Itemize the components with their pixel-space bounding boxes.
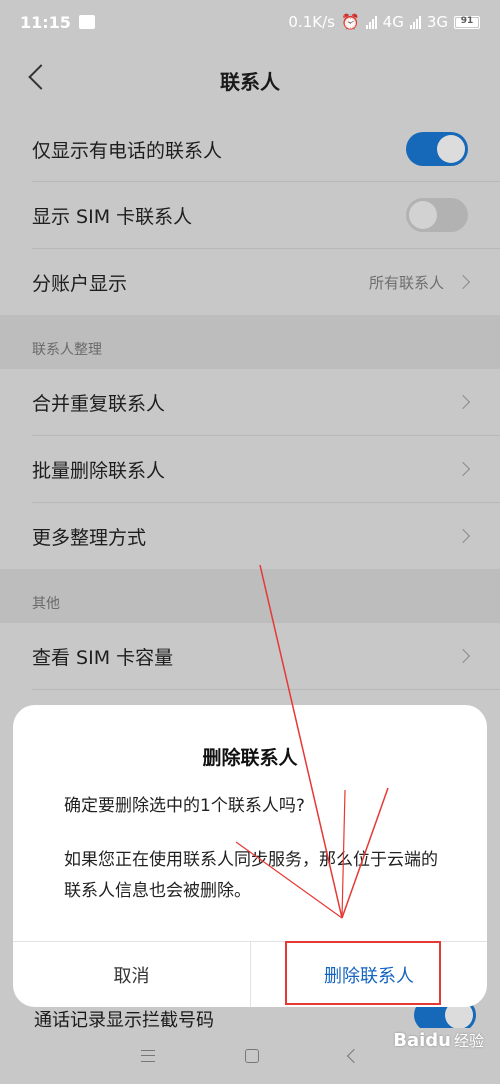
setting-label: 查看 SIM 卡容量 <box>32 646 174 669</box>
setting-label: 批量删除联系人 <box>32 459 166 482</box>
setting-label: 分账户显示 <box>32 272 128 295</box>
chevron-right-icon <box>455 274 471 290</box>
sim1-network-type: 4G <box>382 13 404 31</box>
setting-label: 通话记录显示拦截号码 <box>34 1010 214 1028</box>
dialog-message-confirm: 确定要删除选中的1个联系人吗? <box>64 796 305 816</box>
account-display-value: 所有联系人 <box>368 273 444 292</box>
watermark-sub: 经验 <box>453 1032 484 1050</box>
setting-label: 合并重复联系人 <box>32 392 166 415</box>
back-icon[interactable] <box>346 1048 362 1064</box>
status-indicators: 0.1K/s ⏰ 4G 3G 91 <box>288 13 480 31</box>
setting-label: 更多整理方式 <box>32 526 147 549</box>
section-header-other: 其他 <box>32 596 60 612</box>
setting-label: 仅显示有电话的联系人 <box>32 139 223 162</box>
setting-merge-duplicates[interactable]: 合并重复联系人 <box>0 369 500 435</box>
menu-icon[interactable] <box>141 1050 155 1062</box>
dialog-title: 删除联系人 <box>202 747 298 769</box>
status-time: 11:15 <box>20 12 71 32</box>
setting-account-display[interactable]: 分账户显示 所有联系人 <box>0 249 500 315</box>
back-arrow-icon[interactable] <box>28 64 54 90</box>
baidu-watermark: Baidu 经验 <box>393 1030 484 1051</box>
sim2-network-type: 3G <box>426 13 448 31</box>
chevron-right-icon <box>455 648 471 664</box>
section-band <box>0 569 500 623</box>
setting-sim-contacts[interactable]: 显示 SIM 卡联系人 <box>0 182 500 248</box>
message-notification-icon <box>78 15 95 29</box>
signal-icon <box>365 15 377 29</box>
dialog-message-sync: 如果您正在使用联系人同步服务，那么位于云端的联系人信息也会被删除。 <box>64 850 438 901</box>
setting-phone-only[interactable]: 仅显示有电话的联系人 <box>0 116 500 182</box>
setting-batch-delete[interactable]: 批量删除联系人 <box>0 436 500 502</box>
battery-level: 91 <box>460 15 474 26</box>
watermark-brand: Baidu <box>393 1030 451 1051</box>
setting-sim-capacity[interactable]: 查看 SIM 卡容量 <box>0 623 500 689</box>
chevron-right-icon <box>455 394 471 410</box>
chevron-right-icon <box>455 461 471 477</box>
divider <box>32 689 500 690</box>
setting-label: 显示 SIM 卡联系人 <box>32 205 193 228</box>
status-bar: 11:15 0.1K/s ⏰ 4G 3G 91 <box>0 0 500 44</box>
setting-more-organize[interactable]: 更多整理方式 <box>0 503 500 569</box>
network-speed: 0.1K/s <box>288 13 335 31</box>
cancel-button[interactable]: 取消 <box>13 942 250 1007</box>
page-title: 联系人 <box>220 69 280 94</box>
chevron-right-icon <box>455 528 471 544</box>
signal-icon-sim2 <box>409 15 421 29</box>
sim-contacts-toggle[interactable] <box>406 198 468 232</box>
section-header-organize: 联系人整理 <box>32 342 102 358</box>
app-titlebar: 联系人 <box>0 44 500 116</box>
battery-icon: 91 <box>454 15 480 29</box>
annotation-highlight-box <box>285 941 441 1005</box>
alarm-icon: ⏰ <box>340 13 360 31</box>
home-icon[interactable] <box>245 1049 259 1063</box>
phone-only-toggle[interactable] <box>406 132 468 166</box>
